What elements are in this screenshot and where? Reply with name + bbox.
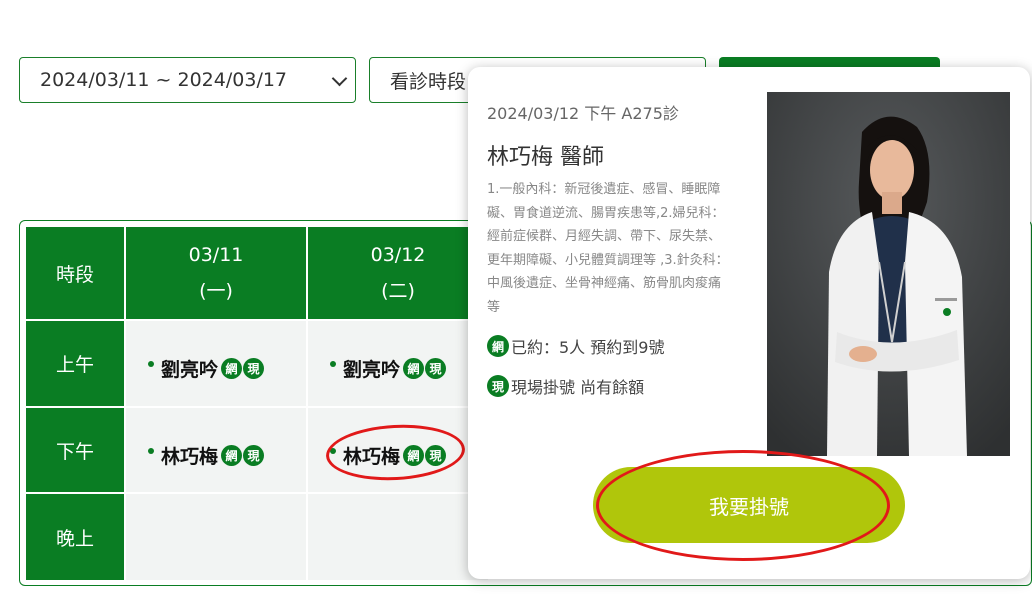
bullet-dot — [148, 447, 154, 454]
doctor-photo — [767, 92, 1010, 456]
weekday-label: (二) — [381, 280, 415, 302]
date-range-value: 2024/03/11 ~ 2024/03/17 — [40, 69, 288, 91]
net-badge: 網 — [221, 358, 243, 379]
bullet-dot — [148, 360, 154, 367]
onsite-badge: 現 — [425, 358, 447, 379]
doctor-name: 劉亮吟 — [343, 359, 401, 381]
period-select-value: 看診時段 — [390, 70, 467, 93]
doctor-portrait-icon — [767, 92, 1010, 456]
net-badge: 網 — [403, 358, 425, 379]
doctor-name: 劉亮吟 — [161, 359, 219, 381]
date-label: 03/11 — [188, 244, 244, 266]
doctor-popup: 2024/03/12 下午 A275診 林巧梅 醫師 1.一般內科：新冠後遺症、… — [468, 67, 1030, 579]
cell-0311-morning: 劉亮吟 網 現 — [126, 321, 306, 406]
doctor-specialty: 1.一般內科：新冠後遺症、感冒、睡眠障礙、胃食道逆流、腸胃疾患等,2.婦兒科：經… — [487, 182, 729, 315]
date-range-select[interactable]: 2024/03/11 ~ 2024/03/17 — [19, 57, 356, 103]
row-label-morning: 上午 — [26, 321, 124, 406]
row-label-evening: 晚上 — [26, 494, 124, 580]
date-header-0311: 03/11 (一) — [126, 227, 306, 319]
weekday-label: (一) — [199, 280, 233, 302]
corner-header: 時段 — [26, 227, 124, 319]
net-status: 網 已約：5人 預約到9號 — [487, 334, 664, 358]
cell-0312-morning: 劉亮吟 網 現 — [308, 321, 488, 406]
row-label-text: 晚上 — [55, 527, 94, 550]
row-label-afternoon: 下午 — [26, 408, 124, 492]
net-badge: 網 — [221, 445, 243, 466]
highlight-ellipse — [596, 450, 890, 561]
slot-info: 2024/03/12 下午 A275診 — [487, 104, 679, 123]
doctor-entry[interactable]: 林巧梅 網 現 — [148, 442, 265, 469]
date-label: 03/12 — [370, 244, 426, 266]
cell-0311-evening — [126, 494, 306, 580]
corner-header-label: 時段 — [55, 263, 94, 286]
net-status-text: 已約：5人 預約到9號 — [511, 338, 665, 357]
date-header-0312: 03/12 (二) — [308, 227, 488, 319]
onsite-status-text: 現場掛號 尚有餘額 — [511, 378, 645, 397]
row-label-text: 上午 — [55, 354, 94, 376]
row-label-text: 下午 — [55, 440, 94, 463]
cell-0311-afternoon: 林巧梅 網 現 — [126, 408, 306, 492]
chevron-down-icon — [331, 70, 348, 87]
onsite-badge: 現 — [487, 375, 509, 397]
onsite-badge: 現 — [243, 445, 265, 466]
doctor-title: 林巧梅 醫師 — [487, 145, 604, 170]
onsite-status: 現 現場掛號 尚有餘額 — [487, 374, 644, 398]
doctor-entry[interactable]: 劉亮吟 網 現 — [330, 355, 447, 382]
onsite-badge: 現 — [243, 358, 265, 379]
cell-0312-evening — [308, 494, 488, 580]
doctor-name: 林巧梅 — [161, 446, 219, 468]
doctor-entry[interactable]: 劉亮吟 網 現 — [148, 355, 265, 382]
bullet-dot — [330, 360, 336, 367]
net-badge: 網 — [487, 335, 509, 357]
